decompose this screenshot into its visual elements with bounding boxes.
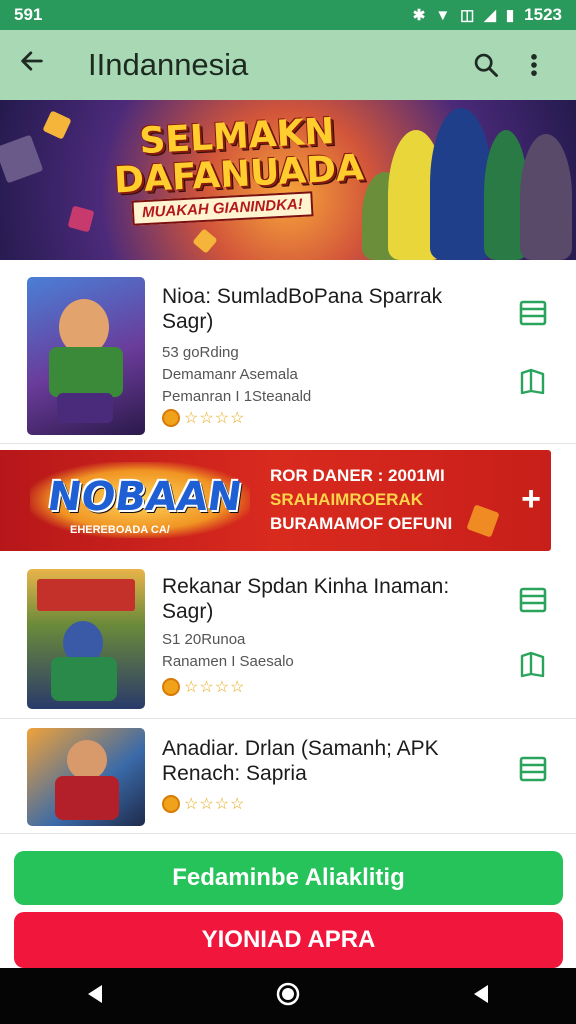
app-meta: S1 20Runoa Ranamen I Saesalo (162, 629, 294, 673)
app-meta: 53 goRding Demamanr Asemala Pemanran I 1… (162, 342, 311, 408)
add-icon[interactable]: + (521, 480, 541, 519)
banner-headline: SELMAKN DAFANUADA (106, 111, 370, 202)
status-clock: 1523 (524, 5, 562, 24)
list-menu-icon[interactable] (518, 298, 548, 328)
promo-banner[interactable]: NOBAAN EHEREBOADA CA/ ROR DANER : 2001MI… (0, 450, 551, 551)
bluetooth-icon: ✱ (412, 7, 426, 24)
gem-icon (67, 205, 95, 233)
app-thumbnail (27, 728, 145, 826)
character-illustration (430, 108, 492, 260)
rating-badge-icon (162, 678, 180, 696)
rating: ☆☆☆☆ (162, 677, 245, 697)
app-bar: IIndannesia (0, 30, 576, 100)
gem-icon (466, 504, 500, 538)
promo-line: BURAMAMOF OEFUNI (270, 514, 453, 533)
nav-home-icon[interactable] (275, 981, 301, 1012)
search-icon[interactable] (462, 51, 510, 79)
character-illustration (520, 134, 572, 260)
list-item[interactable]: Nioa: SumladBoPana Sparrak Sagr) 53 goRd… (0, 262, 576, 444)
rating-badge-icon (162, 409, 180, 427)
promo-text: ROR DANER : 2001MI SRAHAIMROERAK BURAMAM… (270, 464, 452, 536)
promo-line: ROR DANER : 2001MI (270, 466, 445, 485)
status-bar: 591 ✱ ▼ ◫ ◢ ▮ 1523 (0, 0, 576, 30)
app-meta-line: S1 20Runoa (162, 631, 246, 648)
secondary-button[interactable]: YIONIAD APRA (14, 912, 563, 968)
rating-stars-icon: ☆☆☆☆ (184, 796, 246, 813)
promo-line: SRAHAIMROERAK (270, 490, 423, 509)
app-name: Rekanar Spdan Kinha Inaman: Sagr) (162, 575, 450, 623)
system-nav-bar (0, 968, 576, 1024)
app-meta-line: Demamanr Asemala (162, 366, 298, 383)
app-thumbnail (27, 277, 145, 435)
primary-button[interactable]: Fedaminbe Aliaklitig (14, 851, 563, 905)
app-meta-line: 53 goRding (162, 344, 239, 361)
open-book-icon[interactable] (518, 649, 548, 679)
wifi-icon: ▼ (435, 6, 451, 24)
list-menu-icon[interactable] (518, 754, 548, 784)
promo-logo: NOBAAN (44, 474, 245, 520)
app-thumbnail (27, 569, 145, 709)
battery-icon: ▮ (505, 7, 515, 24)
block-icon (0, 134, 44, 184)
rating-stars-icon: ☆☆☆☆ (184, 410, 246, 427)
more-options-icon[interactable] (510, 51, 558, 79)
rating: ☆☆☆☆ (162, 794, 245, 814)
app-name: Nioa: SumladBoPana Sparrak Sagr) (162, 285, 443, 333)
open-book-icon[interactable] (518, 366, 548, 396)
nav-back-icon[interactable] (84, 983, 106, 1010)
rating: ☆☆☆☆ (162, 408, 245, 428)
status-time: 591 (14, 5, 43, 24)
vibrate-icon: ◫ (460, 7, 475, 24)
top-banner[interactable]: SELMAKN DAFANUADA MUAKAH GIANINDKA! (0, 100, 576, 260)
back-arrow-icon[interactable] (18, 47, 58, 83)
rating-badge-icon (162, 795, 180, 813)
list-item[interactable]: Anadiar. Drlan (Samanh; APK Renach: Sapr… (0, 722, 576, 834)
gem-icon (192, 228, 218, 254)
app-meta-line: Ranamen I Saesalo (162, 653, 294, 670)
signal-icon: ◢ (484, 7, 496, 24)
rating-stars-icon: ☆☆☆☆ (184, 679, 246, 696)
gem-icon (42, 110, 72, 140)
list-item[interactable]: Rekanar Spdan Kinha Inaman: Sagr) S1 20R… (0, 553, 576, 719)
nav-recents-icon[interactable] (470, 983, 492, 1010)
page-title: IIndannesia (88, 47, 249, 82)
promo-logo-sub: EHEREBOADA CA/ (70, 524, 170, 536)
list-menu-icon[interactable] (518, 585, 548, 615)
app-name: Anadiar. Drlan (Samanh; APK Renach: Sapr… (162, 737, 439, 785)
app-meta-line: Pemanran I 1Steanald (162, 388, 312, 405)
